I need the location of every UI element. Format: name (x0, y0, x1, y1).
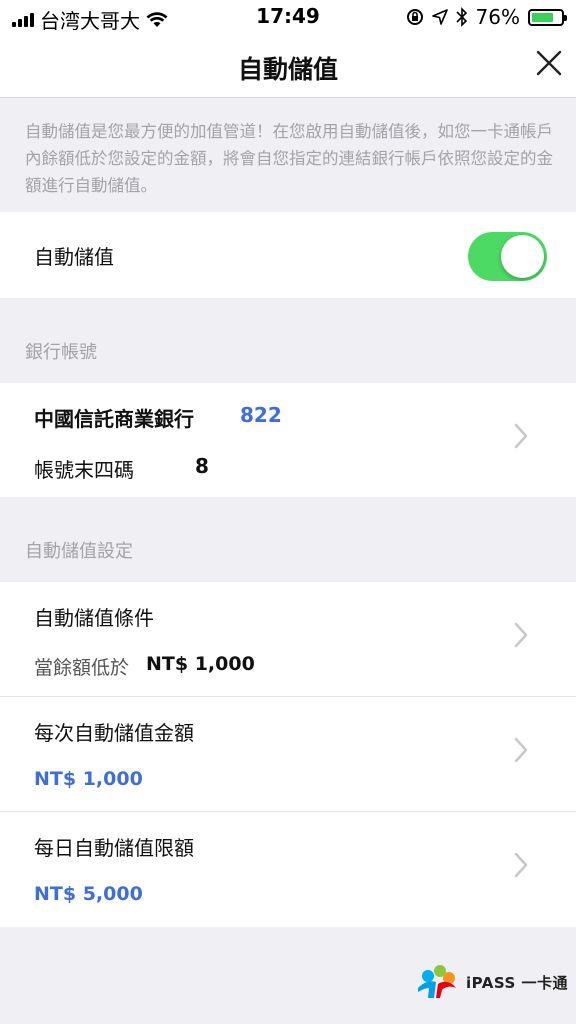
setting-title: 自動儲值條件 (34, 606, 154, 630)
setting-sub-value: NT$ 5,000 (34, 883, 143, 905)
description-text: 自動儲值是您最方便的加值管道！在您啟用自動儲值後，如您一卡通帳戶內餘額低於您設定… (25, 122, 553, 195)
bank-account-row[interactable]: 中國信託商業銀行 822 帳號末四碼 8 (0, 383, 576, 497)
settings-section-header: 自動儲值設定 (25, 541, 133, 562)
bank-code: 822 (240, 403, 282, 427)
status-bar: 台湾大哥大 17:49 76% (0, 0, 576, 34)
setting-sub-value: NT$ 1,000 (34, 768, 143, 790)
battery-level (532, 12, 554, 22)
chevron-right-icon (514, 737, 528, 763)
chevron-right-icon (514, 423, 528, 449)
ipass-logo-text: iPASS 一卡通 (466, 973, 569, 992)
setting-sub-value: NT$ 1,000 (146, 653, 255, 675)
setting-title: 每次自動儲值金額 (34, 721, 194, 745)
auto-topup-toggle-row: 自動儲值 (0, 212, 576, 298)
rotation-lock-icon (406, 9, 423, 25)
nav-bar: 自動儲值 (0, 34, 576, 98)
close-icon[interactable] (534, 48, 564, 78)
location-icon (431, 9, 448, 25)
chevron-right-icon (514, 622, 528, 648)
status-right: 76% (406, 5, 567, 29)
setting-item-condition[interactable]: 自動儲值條件 當餘額低於 NT$ 1,000 (0, 582, 576, 696)
bluetooth-icon (455, 7, 467, 27)
toggle-label: 自動儲值 (34, 245, 114, 269)
toggle-knob (501, 235, 544, 278)
setting-item-daily-limit[interactable]: 每日自動儲值限額 NT$ 5,000 (0, 812, 576, 927)
setting-item-amount[interactable]: 每次自動儲值金額 NT$ 1,000 (0, 697, 576, 811)
bank-name: 中國信託商業銀行 (34, 407, 194, 431)
page-title: 自動儲值 (237, 55, 338, 84)
ipass-logo: iPASS 一卡通 (416, 964, 568, 1000)
battery-icon (528, 8, 567, 26)
account-last4-value: 8 (195, 454, 209, 478)
setting-sub-label: 當餘額低於 (34, 657, 130, 679)
setting-title: 每日自動儲值限額 (34, 836, 194, 860)
settings-list: 自動儲值條件 當餘額低於 NT$ 1,000 每次自動儲值金額 NT$ 1,00… (0, 582, 576, 927)
bank-section-header: 銀行帳號 (25, 342, 97, 363)
auto-topup-toggle[interactable] (468, 232, 547, 281)
ipass-logo-icon (418, 965, 456, 998)
chevron-right-icon (514, 852, 528, 878)
battery-percent: 76% (475, 5, 520, 29)
account-last4-label: 帳號末四碼 (34, 458, 134, 482)
